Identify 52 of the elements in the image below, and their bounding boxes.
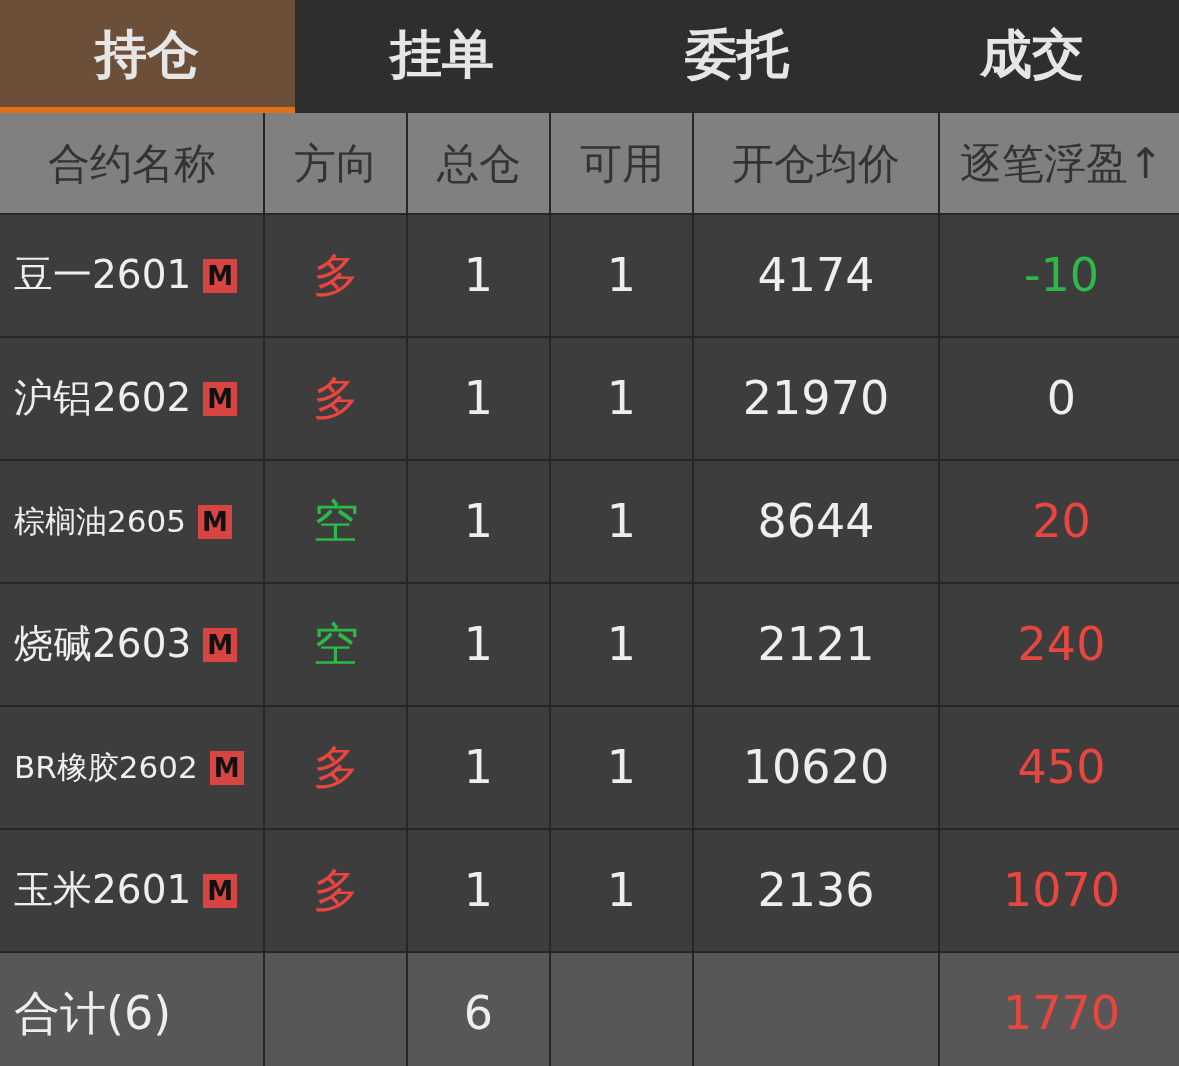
profit-value: 450: [1017, 739, 1106, 796]
table-cell-text: 10620: [742, 739, 890, 796]
market-tag: M: [203, 627, 238, 662]
column-header[interactable]: 方向: [265, 113, 406, 213]
column-header[interactable]: 逐笔浮盈↑: [940, 113, 1179, 213]
profit-value: 1070: [1002, 862, 1121, 919]
profit-value: -10: [1023, 247, 1100, 304]
direction-text: 多: [312, 862, 359, 919]
table-cell-text: 1: [606, 493, 637, 550]
table-cell-text: 1: [463, 370, 494, 427]
contract-name: 棕榈油2605: [14, 502, 186, 542]
table-cell-text: 8644: [757, 493, 875, 550]
table-cell-text: 1: [606, 247, 637, 304]
table-cell-text: 1: [606, 862, 637, 919]
column-header[interactable]: 开仓均价: [694, 113, 938, 213]
direction-text: 空: [312, 493, 359, 550]
table-cell-text: 2136: [757, 862, 875, 919]
contract-name: BR橡胶2602: [14, 748, 198, 788]
direction-text: 多: [312, 370, 359, 427]
tab[interactable]: 持仓: [0, 0, 295, 113]
direction-text: 空: [312, 616, 359, 673]
market-tag: M: [209, 750, 244, 785]
total-count: 6: [463, 984, 494, 1042]
table-cell-text: 2121: [757, 616, 875, 673]
market-tag: M: [203, 258, 238, 293]
table-cell-text: 1: [463, 247, 494, 304]
table-cell-text: 1: [606, 370, 637, 427]
profit-value: 20: [1032, 493, 1091, 550]
table-cell-text: 1: [606, 739, 637, 796]
contract-name: 烧碱2603: [14, 620, 192, 669]
total-profit: 1770: [1002, 984, 1121, 1042]
market-tag: M: [203, 873, 238, 908]
profit-value: 240: [1017, 616, 1106, 673]
market-tag: M: [197, 504, 232, 539]
table-cell-text: 1: [463, 493, 494, 550]
contract-name: 玉米2601: [14, 866, 192, 915]
profit-value: 0: [1046, 370, 1077, 427]
total-label: 合计(6): [14, 984, 172, 1042]
table-cell-text: 1: [606, 616, 637, 673]
table-cell-text: 4174: [757, 247, 875, 304]
table-cell-text: 21970: [742, 370, 890, 427]
market-tag: M: [203, 381, 238, 416]
table-cell-text: 1: [463, 616, 494, 673]
column-header[interactable]: 总仓: [408, 113, 549, 213]
contract-name: 沪铝2602: [14, 374, 192, 423]
table-cell-text: 1: [463, 739, 494, 796]
column-header[interactable]: 可用: [551, 113, 692, 213]
direction-text: 多: [312, 247, 359, 304]
table-cell-text: 1: [463, 862, 494, 919]
contract-name: 豆一2601: [14, 251, 192, 300]
direction-text: 多: [312, 739, 359, 796]
column-header[interactable]: 合约名称: [0, 113, 263, 213]
